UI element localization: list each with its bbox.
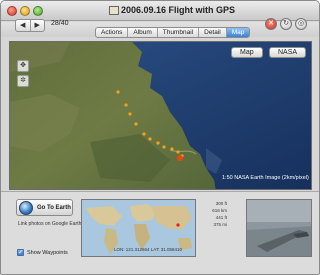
- show-waypoints-label: Show Waypoints: [27, 249, 68, 256]
- settings-icon[interactable]: ✲: [17, 75, 29, 87]
- flight-stats: 300 ft 616 km 441 ft 375 mi: [207, 200, 227, 228]
- tab-actions[interactable]: Actions: [96, 28, 127, 37]
- app-window: 2006.09.16 Flight with GPS ◀ ▶ 28/40 Act…: [0, 0, 320, 275]
- current-location-marker: [177, 155, 183, 161]
- stat-range: 375 mi: [213, 222, 227, 227]
- coordinates-readout: LON: 121.312664 LAT: 31.058410: [114, 247, 182, 252]
- locate-icon[interactable]: ◎: [295, 18, 307, 30]
- nasa-view-button[interactable]: NASA: [269, 47, 307, 58]
- stat-elevation: 441 ft: [215, 215, 227, 220]
- satellite-map[interactable]: Map NASA ✥ ✲ 1:50 NASA Earth Image (2km/…: [9, 41, 312, 190]
- minimap-location-marker: [176, 223, 180, 227]
- airplane-wing-photo: [247, 200, 311, 256]
- tab-album[interactable]: Album: [127, 28, 156, 37]
- checkbox-checked-icon[interactable]: ✓: [17, 249, 24, 256]
- window-title: 2006.09.16 Flight with GPS: [121, 5, 236, 15]
- photo-counter: 28/40: [51, 20, 69, 27]
- globe-icon: [19, 200, 33, 215]
- stat-altitude: 300 ft: [215, 201, 227, 206]
- minimize-window-button[interactable]: [20, 6, 30, 16]
- tab-detail[interactable]: Detail: [198, 28, 226, 37]
- link-photos-text: Link photos on Google Earth: [18, 221, 82, 227]
- go-to-earth-button[interactable]: Go To Earth: [16, 199, 73, 216]
- tab-thumbnail[interactable]: Thumbnail: [156, 28, 198, 37]
- view-tabs: Actions Album Thumbnail Detail Map: [95, 27, 251, 38]
- close-window-button[interactable]: [7, 6, 17, 16]
- navigation-buttons: ◀ ▶: [15, 19, 45, 32]
- zoom-icon[interactable]: ✥: [17, 60, 29, 72]
- photo-preview[interactable]: [246, 199, 312, 257]
- stat-distance: 616 km: [212, 208, 227, 213]
- tab-map[interactable]: Map: [225, 28, 250, 37]
- show-waypoints-checkbox[interactable]: ✓ Show Waypoints: [17, 249, 68, 256]
- stop-icon[interactable]: ✕: [265, 18, 277, 30]
- forward-button[interactable]: ▶: [29, 20, 45, 31]
- go-to-earth-label: Go To Earth: [37, 204, 71, 211]
- map-view-button[interactable]: Map: [231, 47, 263, 58]
- zoom-window-button[interactable]: [33, 6, 43, 16]
- map-scale-caption: 1:50 NASA Earth Image (2km/pixel): [222, 175, 309, 181]
- back-button[interactable]: ◀: [16, 20, 30, 31]
- document-icon: [109, 6, 119, 15]
- satellite-image: [10, 42, 311, 189]
- refresh-icon[interactable]: ↻: [280, 18, 292, 30]
